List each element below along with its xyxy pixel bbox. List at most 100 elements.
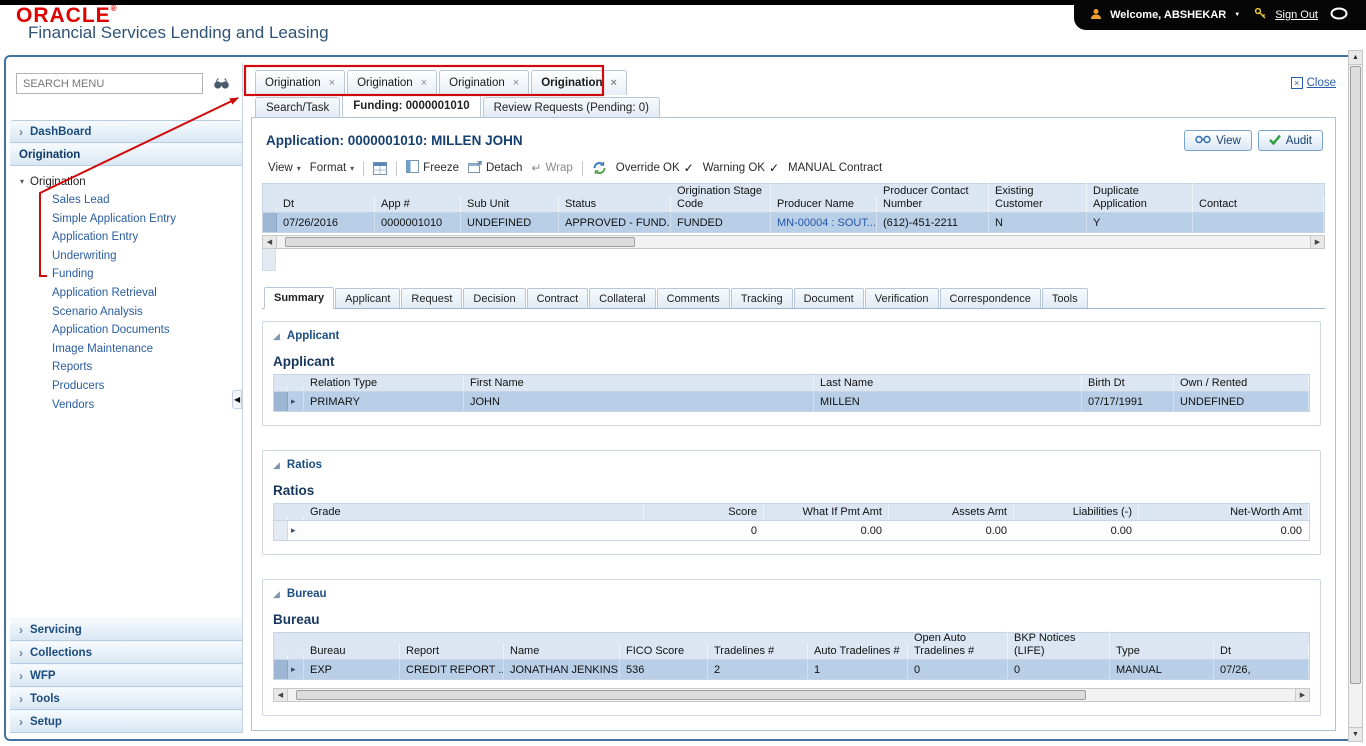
sidebar-item-origination[interactable]: Origination bbox=[10, 143, 242, 166]
sidebar-item-dashboard[interactable]: › DashBoard bbox=[10, 120, 242, 143]
sidebar-item-reports[interactable]: Reports bbox=[20, 358, 242, 377]
applicant-row-selected[interactable]: ▸ PRIMARY JOHN MILLEN 07/17/1991 UNDEFIN… bbox=[273, 392, 1310, 412]
sidebar-item-servicing[interactable]: › Servicing bbox=[10, 618, 242, 641]
sidebar-item-underwriting[interactable]: Underwriting bbox=[20, 247, 242, 266]
tab-applicant[interactable]: Applicant bbox=[335, 288, 401, 308]
cell-producer-contact: (612)-451-2211 bbox=[877, 213, 989, 232]
sidebar-item-vendors[interactable]: Vendors bbox=[20, 396, 242, 415]
audit-button[interactable]: Audit bbox=[1257, 130, 1323, 151]
header-buttons: View Audit bbox=[1184, 130, 1323, 151]
tab-origination-1[interactable]: Origination × bbox=[255, 70, 346, 95]
tab-close-icon[interactable]: × bbox=[513, 77, 519, 89]
tab-comments[interactable]: Comments bbox=[656, 288, 730, 308]
refresh-icon[interactable] bbox=[592, 161, 607, 175]
detach-button[interactable]: Detach bbox=[467, 159, 522, 176]
row-header-strip bbox=[262, 249, 276, 271]
ratios-row[interactable]: ▸ 0 0.00 0.00 0.00 0.00 bbox=[273, 521, 1310, 541]
close-window-icon[interactable]: × bbox=[1290, 77, 1303, 89]
sidebar-item-image-maintenance[interactable]: Image Maintenance bbox=[20, 340, 242, 359]
tab-close-icon[interactable]: × bbox=[611, 77, 617, 89]
sidebar-item-simple-application-entry[interactable]: Simple Application Entry bbox=[20, 210, 242, 229]
tab-document[interactable]: Document bbox=[793, 288, 864, 308]
collapse-icon: ◢ bbox=[273, 459, 280, 470]
dropdown-icon: ▾ bbox=[296, 163, 301, 173]
tab-request[interactable]: Request bbox=[401, 288, 463, 308]
scroll-up-icon[interactable]: ▲ bbox=[1349, 51, 1362, 65]
tab-search-task[interactable]: Search/Task bbox=[255, 97, 341, 117]
format-menu[interactable]: Format ▾ bbox=[310, 162, 354, 174]
header-dt: Dt bbox=[277, 195, 375, 212]
search-menu-input[interactable] bbox=[16, 73, 203, 94]
applicant-section-header[interactable]: ◢ Applicant bbox=[273, 326, 1310, 346]
cell-fico-score: 536 bbox=[620, 660, 708, 679]
sidebar-item-funding[interactable]: Funding bbox=[20, 265, 242, 284]
tree-expanded-icon[interactable]: ▾ bbox=[20, 177, 24, 186]
view-button[interactable]: View bbox=[1184, 130, 1252, 151]
origination-label: Origination bbox=[19, 148, 81, 161]
manual-contract-label: MANUAL Contract bbox=[788, 162, 883, 174]
sidebar-item-tools[interactable]: › Tools bbox=[10, 687, 242, 710]
row-expand-icon[interactable]: ▸ bbox=[288, 392, 304, 411]
sidebar-item-scenario-analysis[interactable]: Scenario Analysis bbox=[20, 303, 242, 322]
tab-origination-2[interactable]: Origination × bbox=[347, 70, 438, 95]
binoculars-search-icon[interactable] bbox=[208, 73, 234, 94]
bureau-section-header[interactable]: ◢ Bureau bbox=[273, 584, 1310, 604]
vscroll-thumb[interactable] bbox=[1350, 66, 1361, 684]
toolbar-separator bbox=[396, 160, 398, 176]
sign-out-link[interactable]: Sign Out bbox=[1275, 9, 1318, 21]
table-menu-icon[interactable] bbox=[373, 161, 388, 175]
tab-origination-4-active[interactable]: Origination × bbox=[531, 70, 627, 95]
freeze-button[interactable]: Freeze bbox=[406, 160, 459, 176]
cell-grade bbox=[304, 521, 644, 540]
sidebar-item-application-retrieval[interactable]: Application Retrieval bbox=[20, 284, 242, 303]
cell-bkp-notices: 0 bbox=[1008, 660, 1110, 679]
view-menu[interactable]: View ▾ bbox=[268, 162, 301, 174]
sidebar-item-application-documents[interactable]: Application Documents bbox=[20, 321, 242, 340]
warning-ok-checkbox[interactable]: ✓ bbox=[769, 161, 779, 175]
tab-review-requests[interactable]: Review Requests (Pending: 0) bbox=[482, 97, 660, 117]
tab-decision[interactable]: Decision bbox=[463, 288, 526, 308]
scroll-left-icon[interactable]: ◀ bbox=[274, 689, 288, 701]
tab-correspondence[interactable]: Correspondence bbox=[939, 288, 1041, 308]
tab-origination-3[interactable]: Origination × bbox=[439, 70, 530, 95]
cell-producer-name[interactable]: MN-00004 : SOUT... bbox=[771, 213, 877, 232]
application-grid-row-selected[interactable]: 07/26/2016 0000001010 UNDEFINED APPROVED… bbox=[262, 213, 1325, 233]
override-ok-checkbox[interactable]: ✓ bbox=[684, 161, 694, 175]
scroll-right-icon[interactable]: ▶ bbox=[1295, 689, 1309, 701]
cell-assets-amt: 0.00 bbox=[889, 521, 1014, 540]
scroll-left-icon[interactable]: ◀ bbox=[263, 236, 277, 248]
scroll-down-icon[interactable]: ▼ bbox=[1349, 727, 1362, 741]
tab-tracking[interactable]: Tracking bbox=[730, 288, 793, 308]
sidebar-collapse-icon[interactable]: ◀ bbox=[232, 390, 243, 409]
sidebar-item-collections[interactable]: › Collections bbox=[10, 641, 242, 664]
sidebar-item-wfp[interactable]: › WFP bbox=[10, 664, 242, 687]
sidebar-item-producers[interactable]: Producers bbox=[20, 377, 242, 396]
tab-summary-active[interactable]: Summary bbox=[264, 287, 335, 309]
sidebar-item-setup[interactable]: › Setup bbox=[10, 710, 242, 733]
tab-close-icon[interactable]: × bbox=[421, 77, 427, 89]
tab-close-icon[interactable]: × bbox=[329, 77, 335, 89]
hscroll-thumb[interactable] bbox=[285, 237, 635, 247]
freeze-label: Freeze bbox=[423, 162, 459, 174]
bureau-row-selected[interactable]: ▸ EXP CREDIT REPORT ... JONATHAN JENKINS… bbox=[273, 660, 1310, 680]
header-fico-score: FICO Score bbox=[620, 642, 708, 659]
welcome-dropdown-icon[interactable]: ▼ bbox=[1234, 12, 1240, 18]
tab-tools[interactable]: Tools bbox=[1041, 288, 1088, 308]
chevron-right-icon: › bbox=[19, 714, 23, 729]
hscroll-thumb[interactable] bbox=[296, 690, 1086, 700]
row-expand-icon[interactable]: ▸ bbox=[288, 521, 304, 540]
sidebar-item-application-entry[interactable]: Application Entry bbox=[20, 228, 242, 247]
scroll-right-icon[interactable]: ▶ bbox=[1310, 236, 1324, 248]
tab-contract[interactable]: Contract bbox=[526, 288, 589, 308]
tree-root-origination[interactable]: ▾ Origination bbox=[20, 172, 242, 191]
tab-verification[interactable]: Verification bbox=[864, 288, 939, 308]
welcome-menu[interactable]: Welcome, ABSHEKAR bbox=[1110, 9, 1226, 21]
row-expand-icon[interactable]: ▸ bbox=[288, 660, 304, 679]
tab-funding-active[interactable]: Funding: 0000001010 bbox=[342, 94, 481, 117]
ratios-section-header[interactable]: ◢ Ratios bbox=[273, 455, 1310, 475]
sidebar-bottom-accordions: › Servicing › Collections › WFP › Tools … bbox=[10, 618, 242, 733]
wrap-button[interactable]: ↵ Wrap bbox=[531, 161, 572, 175]
sidebar-item-sales-lead[interactable]: Sales Lead bbox=[20, 191, 242, 210]
close-page-link[interactable]: × Close bbox=[1290, 77, 1336, 89]
tab-collateral[interactable]: Collateral bbox=[589, 288, 656, 308]
